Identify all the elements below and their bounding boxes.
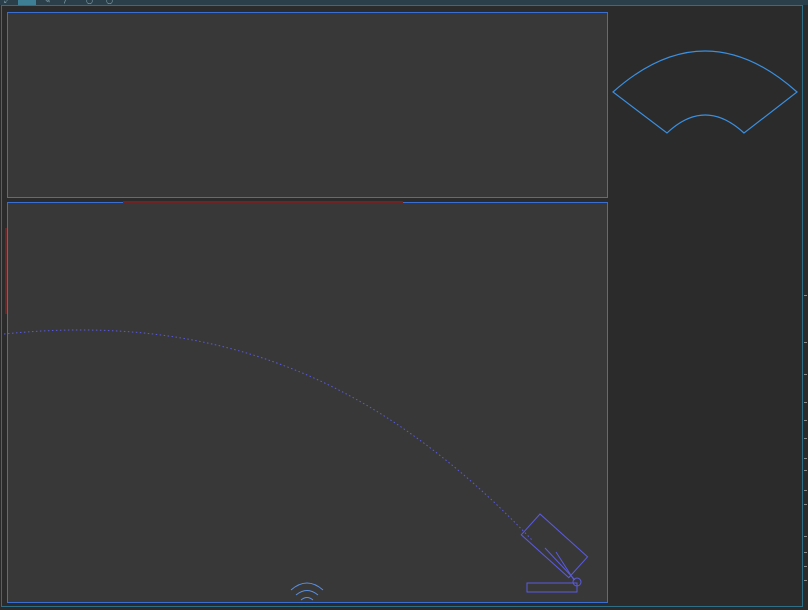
top-edge-marker <box>123 201 403 203</box>
left-edge-marker <box>5 228 7 314</box>
app-window: ⤢ ✎ / ○ ○ <box>0 0 808 610</box>
bottom-canvas-pane[interactable] <box>7 202 608 603</box>
top-canvas-pane[interactable] <box>7 12 608 198</box>
side-panel <box>609 6 802 606</box>
ruler-ticks <box>804 290 808 590</box>
